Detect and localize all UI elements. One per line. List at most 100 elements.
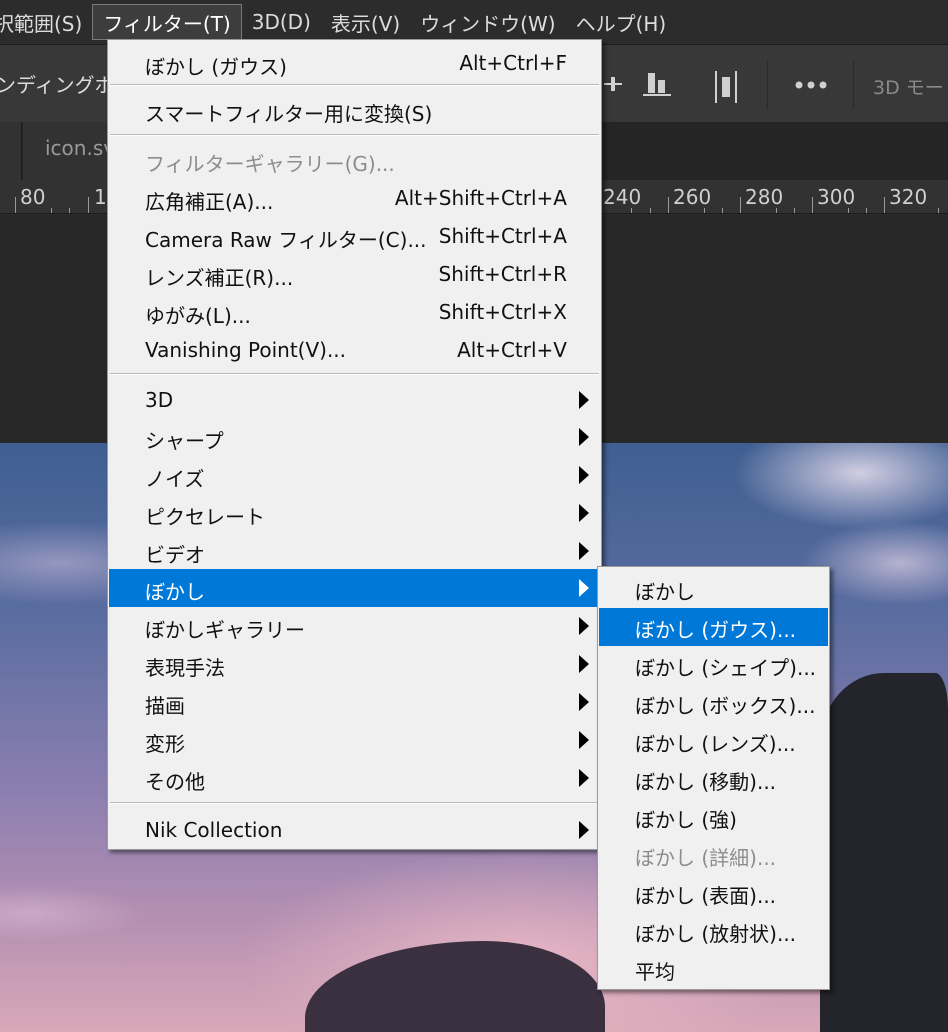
menu-item-vanishing-point[interactable]: Vanishing Point(V)... Alt+Ctrl+V [109,331,600,369]
submenu-item-average[interactable]: 平均 [599,950,828,988]
menu-item-label: ノイズ [145,467,205,491]
ruler-tick [938,208,939,213]
menu-separator [110,134,599,136]
ruler-tick [740,197,741,213]
menu-item-label: ぼかし [145,580,205,604]
menu-3d[interactable]: 3D(D) [242,4,321,40]
ruler-label: 320 [889,185,928,209]
menu-item-label: ぼかし (表面)... [635,884,777,908]
submenu-item-gaussian-blur[interactable]: ぼかし (ガウス)... [599,608,828,646]
menu-item-label: 広角補正(A)... [145,190,274,214]
submenu-item-smart-blur: ぼかし (詳細)... [599,836,828,874]
filter-menu: ぼかし (ガウス) Alt+Ctrl+F スマートフィルター用に変換(S) フィ… [107,39,602,850]
submenu-item-motion-blur[interactable]: ぼかし (移動)... [599,760,828,798]
menu-select[interactable]: 択範囲(S) [0,4,92,40]
ruler-tick [704,208,705,213]
ruler-tick [88,197,89,213]
menu-item-label: ピクセレート [145,505,265,529]
options-separator [767,61,768,109]
menu-item-label: ゆがみ(L)... [145,304,251,328]
menu-item-label: Camera Raw フィルター(C)... [145,228,427,252]
ruler-label: 80 [20,185,46,209]
menu-item-nik-collection[interactable]: Nik Collection [109,811,600,849]
menu-item-label: ぼかし (詳細)... [635,846,777,870]
align-bottom-icon[interactable] [643,71,671,97]
menu-item-label: ぼかし (強) [635,808,737,832]
menu-item-distort[interactable]: 変形 [109,721,600,759]
ruler-label: 280 [745,185,784,209]
menu-item-label: ぼかし [635,580,695,604]
menu-item-label: ぼかしギャラリー [145,618,305,642]
menu-item-shortcut: Alt+Ctrl+F [459,51,567,75]
menu-help[interactable]: ヘルプ(H) [566,4,677,40]
menu-item-other[interactable]: その他 [109,759,600,797]
ruler-tick [69,208,70,213]
ruler-label: 1 [94,185,107,209]
options-label: ンディングボ [0,73,115,97]
submenu-item-lens-blur[interactable]: ぼかし (レンズ)... [599,722,828,760]
menu-separator [110,84,599,86]
submenu-arrow-icon [579,731,589,749]
menu-separator [110,373,599,375]
submenu-item-radial-blur[interactable]: ぼかし (放射状)... [599,912,828,950]
menu-item-label: 描画 [145,694,185,718]
ruler-tick [15,197,16,213]
menubar: 択範囲(S) フィルター(T) 3D(D) 表示(V) ウィンドウ(W) ヘルプ… [0,0,948,44]
submenu-arrow-icon [579,617,589,635]
menu-item-liquify[interactable]: ゆがみ(L)... Shift+Ctrl+X [109,293,600,331]
menu-item-lens-correction[interactable]: レンズ補正(R)... Shift+Ctrl+R [109,255,600,293]
menu-item-label: ぼかし (放射状)... [635,922,797,946]
menu-item-label: Vanishing Point(V)... [145,338,347,362]
submenu-item-box-blur[interactable]: ぼかし (ボックス)... [599,684,828,722]
menu-item-render[interactable]: 描画 [109,683,600,721]
menu-item-sharpen[interactable]: シャープ [109,418,600,456]
menu-item-label: その他 [145,770,205,794]
menu-item-label: 3D [145,388,174,412]
document-tab[interactable] [0,122,22,180]
submenu-item-shape-blur[interactable]: ぼかし (シェイプ)... [599,646,828,684]
ruler-tick [866,208,867,213]
ruler-tick [884,197,885,213]
ruler-tick [51,208,52,213]
blur-submenu: ぼかし ぼかし (ガウス)... ぼかし (シェイプ)... ぼかし (ボックス… [597,566,830,990]
menu-item-noise[interactable]: ノイズ [109,456,600,494]
menu-item-label: スマートフィルター用に変換(S) [145,102,433,126]
submenu-arrow-icon [579,542,589,560]
submenu-arrow-icon [579,391,589,409]
menu-item-label: ぼかし (シェイプ)... [635,656,817,680]
ruler-tick [668,197,669,213]
menu-item-shortcut: Shift+Ctrl+A [438,224,567,248]
menu-filter[interactable]: フィルター(T) [92,4,242,40]
submenu-arrow-icon [579,428,589,446]
menu-item-label: ぼかし (移動)... [635,770,777,794]
align-center-icon[interactable] [715,71,737,103]
menu-item-label: 平均 [635,960,675,984]
menu-item-label: ぼかし (ガウス) [145,55,287,79]
submenu-item-blur-more[interactable]: ぼかし (強) [599,798,828,836]
menu-item-label: ぼかし (ボックス)... [635,694,816,718]
submenu-item-blur[interactable]: ぼかし [599,570,828,608]
menu-item-shortcut: Alt+Shift+Ctrl+A [394,186,567,210]
menu-item-stylize[interactable]: 表現手法 [109,645,600,683]
menu-item-label: ビデオ [145,543,205,567]
submenu-item-surface-blur[interactable]: ぼかし (表面)... [599,874,828,912]
menu-item-shortcut: Shift+Ctrl+R [438,262,567,286]
submenu-arrow-icon [579,769,589,787]
menu-item-adaptive-wide-angle[interactable]: 広角補正(A)... Alt+Shift+Ctrl+A [109,179,600,217]
ruler-label: 300 [817,185,856,209]
menu-item-3d[interactable]: 3D [109,381,600,419]
tree-silhouette [820,673,948,1032]
menu-item-video[interactable]: ビデオ [109,532,600,570]
menu-window[interactable]: ウィンドウ(W) [410,4,565,40]
menu-item-camera-raw[interactable]: Camera Raw フィルター(C)... Shift+Ctrl+A [109,217,600,255]
menu-view[interactable]: 表示(V) [321,4,410,40]
distribute-icon[interactable] [604,71,622,97]
more-icon[interactable] [795,81,827,89]
rock-silhouette [305,941,605,1032]
menu-item-blur-gallery[interactable]: ぼかしギャラリー [109,607,600,645]
menu-item-shortcut: Shift+Ctrl+X [438,300,567,324]
menu-item-pixelate[interactable]: ピクセレート [109,494,600,532]
menu-item-last-filter[interactable]: ぼかし (ガウス) Alt+Ctrl+F [109,44,600,82]
menu-item-blur[interactable]: ぼかし [109,569,600,607]
menu-item-convert-smart-filter[interactable]: スマートフィルター用に変換(S) [109,91,600,129]
